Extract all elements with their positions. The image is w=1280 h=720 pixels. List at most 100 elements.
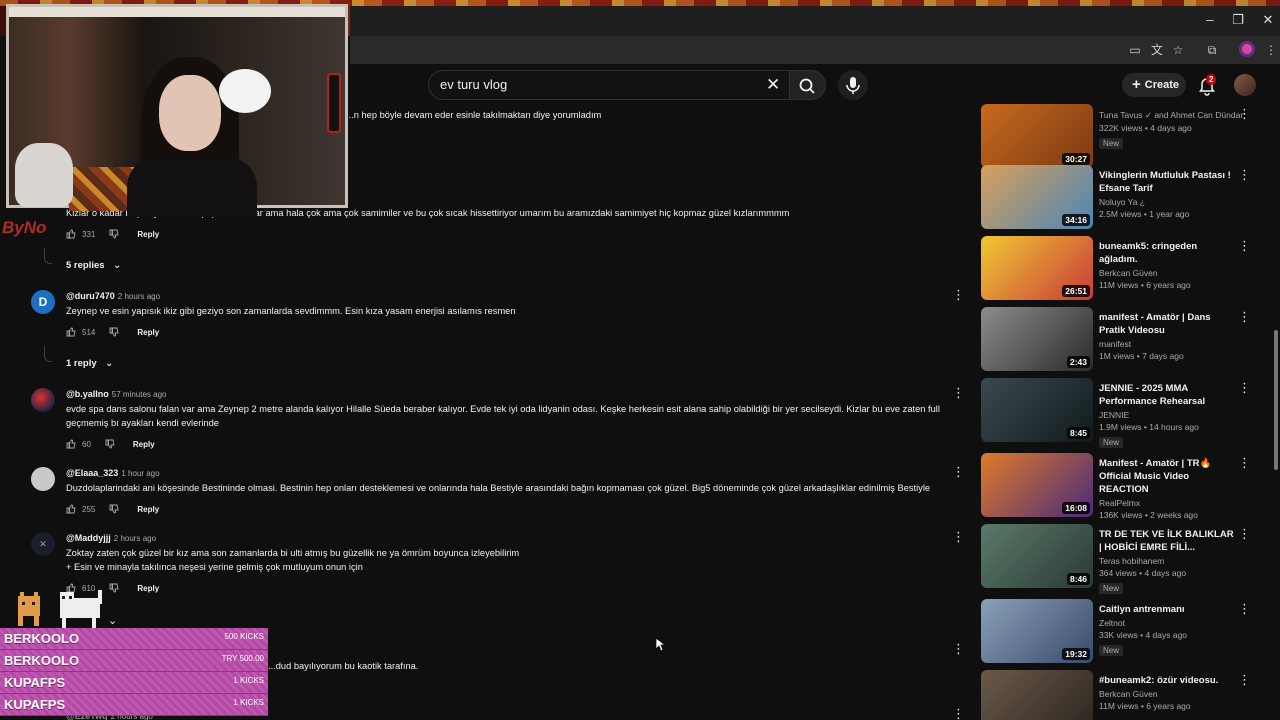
rec-title[interactable]: JENNIE - 2025 MMA Performance Rehearsal (1099, 382, 1237, 408)
cast-icon[interactable]: ▭ (1126, 41, 1144, 59)
rec-channel[interactable]: manifest (1099, 339, 1237, 349)
rec-info[interactable]: Tuna Tavus ✓ and Ahmet Can Dündar 322K vi… (1099, 108, 1243, 151)
reply-button[interactable]: Reply (133, 440, 155, 449)
comment-menu-icon[interactable]: ⋮ (952, 386, 965, 399)
replies-count: 5 replies (66, 260, 105, 271)
dislike-icon[interactable] (105, 439, 115, 449)
comment-time[interactable]: 1 hour ago (121, 469, 159, 478)
extensions-icon[interactable]: ⧉ (1203, 41, 1221, 59)
dislike-icon[interactable] (109, 229, 119, 239)
browser-menu-icon[interactable]: ⋮ (1262, 41, 1280, 59)
rec-channel[interactable]: Berkcan Güven (1099, 268, 1237, 278)
page-scrollbar[interactable] (1274, 330, 1278, 470)
comment-author[interactable]: @Elaaa_323 (66, 468, 118, 478)
comment-author[interactable]: @Maddyjjj (66, 533, 111, 543)
browser-profile-icon[interactable] (1239, 41, 1255, 57)
rec-channel[interactable]: RealPelmx (1099, 498, 1237, 508)
like-icon[interactable] (66, 504, 76, 514)
dislike-icon[interactable] (109, 504, 119, 514)
rec-thumbnail[interactable]: 2:43 (981, 307, 1093, 371)
rec-info[interactable]: buneamk5: cringeden ağladım. Berkcan Güve… (1099, 240, 1237, 290)
comment-author[interactable]: @duru7470 (66, 291, 115, 301)
dislike-icon[interactable] (109, 327, 119, 337)
rec-channel[interactable]: Tuna Tavus ✓ and Ahmet Can Dündar (1099, 110, 1243, 121)
rec-menu-icon[interactable]: ⋮ (1238, 602, 1251, 615)
rec-title[interactable]: buneamk5: cringeden ağladım. (1099, 240, 1237, 266)
restore-icon[interactable]: ❐ (1228, 12, 1248, 28)
bookmark-star-icon[interactable]: ☆ (1169, 41, 1187, 59)
thread-connector (44, 346, 52, 362)
reply-button[interactable]: Reply (137, 230, 159, 239)
voice-search-button[interactable] (838, 70, 868, 100)
rec-info[interactable]: manifest - Amatör | Dans Pratik Videosu m… (1099, 311, 1237, 361)
rec-channel[interactable]: Noluyo Ya ¿ (1099, 197, 1237, 207)
comment-menu-icon[interactable]: ⋮ (952, 530, 965, 543)
minimize-icon[interactable]: – (1200, 12, 1220, 28)
tab-strip (350, 6, 1280, 36)
rec-title[interactable]: Caitlyn antrenmanı (1099, 603, 1237, 616)
rec-menu-icon[interactable]: ⋮ (1238, 107, 1251, 120)
rec-thumbnail[interactable]: 8:46 (981, 524, 1093, 588)
kick-name: KUPAFPS (4, 675, 66, 690)
rec-info[interactable]: Manifest - Amatör | TR🔥 Official Music V… (1099, 457, 1237, 520)
rec-info[interactable]: #buneamk2: özür videosu. Berkcan Güven 11M… (1099, 674, 1237, 711)
rec-channel[interactable]: Zeltnot (1099, 618, 1237, 628)
rec-title[interactable]: #buneamk2: özür videosu. (1099, 674, 1237, 687)
reply-button[interactable]: Reply (137, 328, 159, 337)
like-icon[interactable] (66, 439, 76, 449)
like-icon[interactable] (66, 327, 76, 337)
rec-channel[interactable]: Berkcan Güven (1099, 689, 1237, 699)
rec-info[interactable]: TR DE TEK VE İLK BALIKLAR | HOBİCİ EMRE … (1099, 528, 1237, 596)
rec-menu-icon[interactable]: ⋮ (1238, 310, 1251, 323)
reply-button[interactable]: Reply (137, 584, 159, 593)
comment-author[interactable]: @b.yallno (66, 389, 109, 399)
rec-title[interactable]: Manifest - Amatör | TR🔥 Official Music V… (1099, 457, 1237, 496)
rec-menu-icon[interactable]: ⋮ (1238, 527, 1251, 540)
rec-thumbnail[interactable] (981, 670, 1093, 720)
commenter-avatar[interactable] (31, 388, 55, 412)
reply-button[interactable]: Reply (137, 505, 159, 514)
kick-alerts: BERKOOLO 500 KICKS BERKOOLO TRY 500.00 KUP… (0, 628, 268, 716)
search-button[interactable] (790, 70, 826, 100)
replies-toggle[interactable]: 5 replies ⌄ (66, 260, 121, 271)
rec-thumbnail[interactable]: 34:16 (981, 165, 1093, 229)
rec-menu-icon[interactable]: ⋮ (1238, 381, 1251, 394)
commenter-avatar[interactable]: ✕ (31, 532, 55, 556)
rec-thumbnail[interactable]: 8:45 (981, 378, 1093, 442)
rec-menu-icon[interactable]: ⋮ (1238, 168, 1251, 181)
like-icon[interactable] (66, 229, 76, 239)
rec-menu-icon[interactable]: ⋮ (1238, 673, 1251, 686)
rec-thumbnail[interactable]: 16:08 (981, 453, 1093, 517)
rec-title[interactable]: Vikinglerin Mutluluk Pastası ! Efsane Ta… (1099, 169, 1237, 195)
comment-menu-icon[interactable]: ⋮ (952, 707, 965, 720)
comment-time[interactable]: 2 hours ago (114, 534, 156, 543)
rec-thumbnail[interactable]: 19:32 (981, 599, 1093, 663)
comment-menu-icon[interactable]: ⋮ (952, 288, 965, 301)
comment-time[interactable]: 57 minutes ago (112, 390, 167, 399)
rec-channel[interactable]: Teras hobihanem (1099, 556, 1237, 566)
replies-toggle[interactable]: 1 reply ⌄ (66, 358, 113, 369)
comment-menu-icon[interactable]: ⋮ (952, 465, 965, 478)
create-button[interactable]: + Create (1122, 73, 1186, 97)
account-avatar[interactable] (1234, 74, 1256, 96)
plus-icon: + (1132, 76, 1141, 93)
translate-icon[interactable]: 文 (1148, 41, 1166, 59)
clear-search-icon[interactable]: ✕ (766, 75, 780, 95)
new-badge: New (1099, 645, 1124, 656)
rec-info[interactable]: Vikinglerin Mutluluk Pastası ! Efsane Ta… (1099, 169, 1237, 219)
rec-title[interactable]: manifest - Amatör | Dans Pratik Videosu (1099, 311, 1237, 337)
close-window-icon[interactable]: ✕ (1258, 12, 1278, 28)
rec-channel[interactable]: JENNIE (1099, 410, 1237, 420)
commenter-avatar[interactable] (31, 467, 55, 491)
new-badge: New (1099, 583, 1124, 594)
rec-menu-icon[interactable]: ⋮ (1238, 239, 1251, 252)
rec-thumbnail[interactable]: 30:27 (981, 104, 1093, 168)
rec-thumbnail[interactable]: 26:51 (981, 236, 1093, 300)
rec-title[interactable]: TR DE TEK VE İLK BALIKLAR | HOBİCİ EMRE … (1099, 528, 1237, 554)
rec-info[interactable]: Caitlyn antrenmanı Zeltnot 33K views • 4 d… (1099, 603, 1237, 658)
rec-menu-icon[interactable]: ⋮ (1238, 456, 1251, 469)
rec-info[interactable]: JENNIE - 2025 MMA Performance Rehearsal J… (1099, 382, 1237, 450)
comment-menu-icon[interactable]: ⋮ (952, 642, 965, 655)
comment-time[interactable]: 2 hours ago (118, 292, 160, 301)
commenter-avatar[interactable]: D (31, 290, 55, 314)
